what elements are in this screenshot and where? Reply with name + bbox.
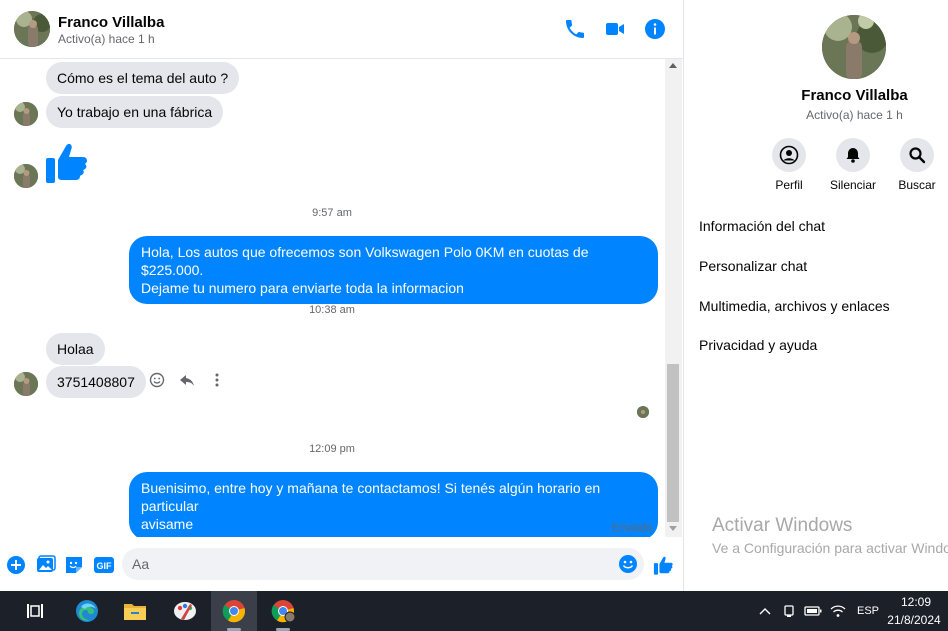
- message-incoming[interactable]: Cómo es el tema del auto ?: [46, 62, 240, 94]
- details-contact-status: Activo(a) hace 1 h: [806, 108, 903, 122]
- phone-icon[interactable]: [563, 17, 587, 41]
- paint-icon[interactable]: [162, 591, 208, 631]
- activation-watermark-subtitle: Ve a Configuración para activar Windows.: [712, 540, 948, 556]
- chrome-icon[interactable]: [211, 591, 257, 631]
- sticker-icon[interactable]: [64, 555, 84, 575]
- activation-watermark-title: Activar Windows: [712, 515, 853, 536]
- chat-header: Franco Villalba Activo(a) hace 1 h: [0, 0, 683, 59]
- message-incoming[interactable]: Holaa: [46, 333, 105, 365]
- message-input-wrapper: [122, 548, 644, 580]
- chevron-up-icon[interactable]: [756, 591, 774, 631]
- timestamp: 9:57 am: [312, 207, 352, 219]
- menu-privacy-help[interactable]: Privacidad y ayuda: [699, 337, 817, 353]
- details-avatar[interactable]: [822, 15, 886, 79]
- clock-time[interactable]: 12:09: [888, 595, 944, 609]
- profile-icon: [772, 138, 806, 172]
- scrollbar-thumb[interactable]: [667, 364, 679, 522]
- thumbs-up-icon[interactable]: [653, 554, 675, 575]
- sender-avatar: [14, 372, 38, 396]
- contact-avatar[interactable]: [14, 11, 50, 47]
- message-actions: [148, 371, 226, 389]
- clock-date[interactable]: 21/8/2024: [884, 613, 944, 627]
- thumbs-up-emoji[interactable]: [44, 138, 92, 186]
- timestamp: 10:38 am: [309, 304, 355, 316]
- message-incoming[interactable]: 3751408807: [46, 366, 146, 398]
- sent-status: Enviado: [612, 522, 652, 534]
- language-indicator[interactable]: ESP: [857, 605, 879, 617]
- menu-chat-info[interactable]: Información del chat: [699, 218, 825, 234]
- message-outgoing[interactable]: Buenisimo, entre hoy y mañana te contact…: [129, 472, 658, 537]
- menu-media-files-links[interactable]: Multimedia, archivos y enlaces: [699, 298, 890, 314]
- video-icon[interactable]: [603, 17, 627, 41]
- mute-label: Silenciar: [829, 178, 877, 192]
- bell-icon: [836, 138, 870, 172]
- search-button[interactable]: Buscar: [887, 138, 947, 192]
- profile-label: Perfil: [775, 178, 803, 192]
- message-list[interactable]: Cómo es el tema del auto ? Yo trabajo en…: [0, 59, 664, 537]
- device-icon[interactable]: [780, 591, 798, 631]
- message-outgoing[interactable]: Hola, Los autos que ofrecemos son Volksw…: [129, 236, 658, 304]
- details-contact-name: Franco Villalba: [801, 87, 908, 104]
- contact-name[interactable]: Franco Villalba: [58, 14, 164, 31]
- seen-avatar: [637, 406, 649, 418]
- image-icon[interactable]: [36, 555, 56, 575]
- info-icon[interactable]: [643, 17, 667, 41]
- file-explorer-icon[interactable]: [112, 591, 158, 631]
- task-view-icon[interactable]: [12, 591, 58, 631]
- message-text: avisame: [141, 516, 194, 532]
- message-scrollbar[interactable]: [665, 59, 682, 537]
- add-icon[interactable]: [6, 555, 26, 575]
- battery-icon[interactable]: [803, 591, 823, 631]
- more-options-icon[interactable]: [208, 371, 226, 389]
- scroll-up-icon[interactable]: [669, 63, 677, 68]
- profile-button[interactable]: Perfil: [759, 138, 819, 192]
- chrome-profile-icon[interactable]: [260, 591, 306, 631]
- message-text: Buenisimo, entre hoy y mañana te contact…: [141, 480, 601, 514]
- edge-icon[interactable]: [64, 591, 110, 631]
- emoji-icon[interactable]: [618, 554, 638, 574]
- reply-icon[interactable]: [178, 371, 196, 389]
- menu-customize-chat[interactable]: Personalizar chat: [699, 258, 807, 274]
- contact-status: Activo(a) hace 1 h: [58, 32, 155, 46]
- mute-button[interactable]: Silenciar: [823, 138, 883, 192]
- message-incoming[interactable]: Yo trabajo en una fábrica: [46, 96, 224, 128]
- windows-taskbar: ESP 12:09 21/8/2024: [0, 591, 948, 631]
- gif-icon[interactable]: GIF: [93, 555, 115, 575]
- details-panel: Franco Villalba Activo(a) hace 1 h Perfi…: [684, 0, 948, 591]
- message-text: Dejame tu numero para enviarte toda la i…: [141, 280, 464, 296]
- sender-avatar: [14, 164, 38, 188]
- search-icon: [900, 138, 934, 172]
- gif-label: GIF: [97, 561, 113, 571]
- message-text: Hola, Los autos que ofrecemos son Volksw…: [141, 244, 589, 278]
- sender-avatar: [14, 102, 38, 126]
- message-input[interactable]: [132, 548, 612, 580]
- composer: GIF: [0, 537, 683, 591]
- search-label: Buscar: [898, 178, 936, 192]
- wifi-icon[interactable]: [828, 591, 848, 631]
- scroll-down-icon[interactable]: [669, 526, 677, 531]
- chat-panel: Franco Villalba Activo(a) hace 1 h Cómo …: [0, 0, 684, 591]
- react-emoji-icon[interactable]: [148, 371, 166, 389]
- timestamp: 12:09 pm: [309, 443, 355, 455]
